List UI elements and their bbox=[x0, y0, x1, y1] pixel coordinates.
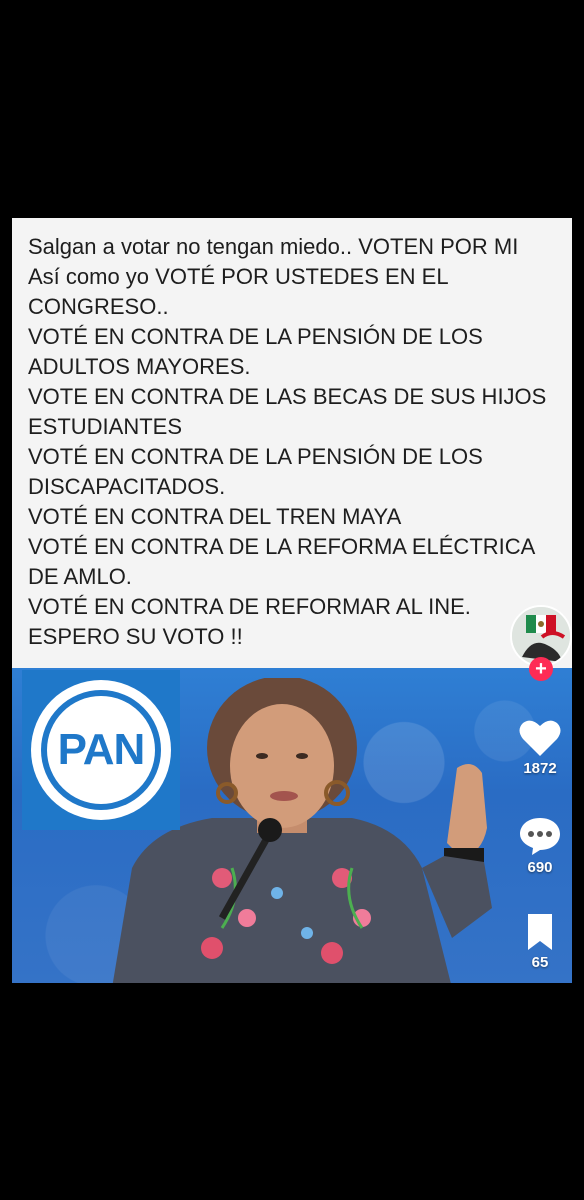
caption-line: Así como yo VOTÉ POR USTEDES EN EL bbox=[28, 264, 449, 289]
save-button[interactable]: 65 bbox=[510, 912, 570, 971]
follow-button[interactable]: + bbox=[529, 657, 553, 681]
comment-button[interactable]: 690 bbox=[510, 815, 570, 876]
creator-profile[interactable]: + bbox=[510, 605, 572, 685]
caption-line: Salgan a votar no tengan miedo.. VOTEN P… bbox=[28, 234, 519, 259]
caption-line: ESPERO SU VOTO !! bbox=[28, 624, 243, 649]
save-count: 65 bbox=[531, 954, 549, 971]
bookmark-icon bbox=[528, 914, 552, 950]
heart-icon bbox=[519, 720, 561, 756]
caption-line: DE AMLO. bbox=[28, 564, 132, 589]
like-button[interactable]: 1872 bbox=[510, 718, 570, 777]
caption-line: VOTE EN CONTRA DE LAS BECAS DE SUS HIJOS bbox=[28, 384, 547, 409]
caption-line: VOTÉ EN CONTRA DE LA PENSIÓN DE LOS bbox=[28, 444, 483, 469]
pan-logo: PAN bbox=[22, 670, 180, 830]
post-caption: Salgan a votar no tengan miedo.. VOTEN P… bbox=[28, 232, 558, 652]
caption-line: CONGRESO.. bbox=[28, 294, 169, 319]
caption-line: VOTÉ EN CONTRA DE LA PENSIÓN DE LOS bbox=[28, 324, 483, 349]
caption-line: ADULTOS MAYORES. bbox=[28, 354, 251, 379]
comment-bubble-icon bbox=[520, 818, 560, 855]
caption-line: VOTÉ EN CONTRA DE LA REFORMA ELÉCTRICA bbox=[28, 534, 536, 559]
caption-line: VOTÉ EN CONTRA DEL TREN MAYA bbox=[28, 504, 402, 529]
post-photo: PAN bbox=[12, 668, 572, 983]
comment-count: 690 bbox=[527, 859, 553, 876]
pan-logo-text: PAN bbox=[57, 725, 146, 774]
caption-line: ESTUDIANTES bbox=[28, 414, 183, 439]
video-screen: Salgan a votar no tengan miedo.. VOTEN P… bbox=[0, 0, 584, 1200]
post-card: Salgan a votar no tengan miedo.. VOTEN P… bbox=[12, 218, 572, 983]
caption-line: DISCAPACITADOS. bbox=[28, 474, 226, 499]
caption-line: VOTÉ EN CONTRA DE REFORMAR AL INE. bbox=[28, 594, 471, 619]
like-count: 1872 bbox=[523, 760, 557, 777]
